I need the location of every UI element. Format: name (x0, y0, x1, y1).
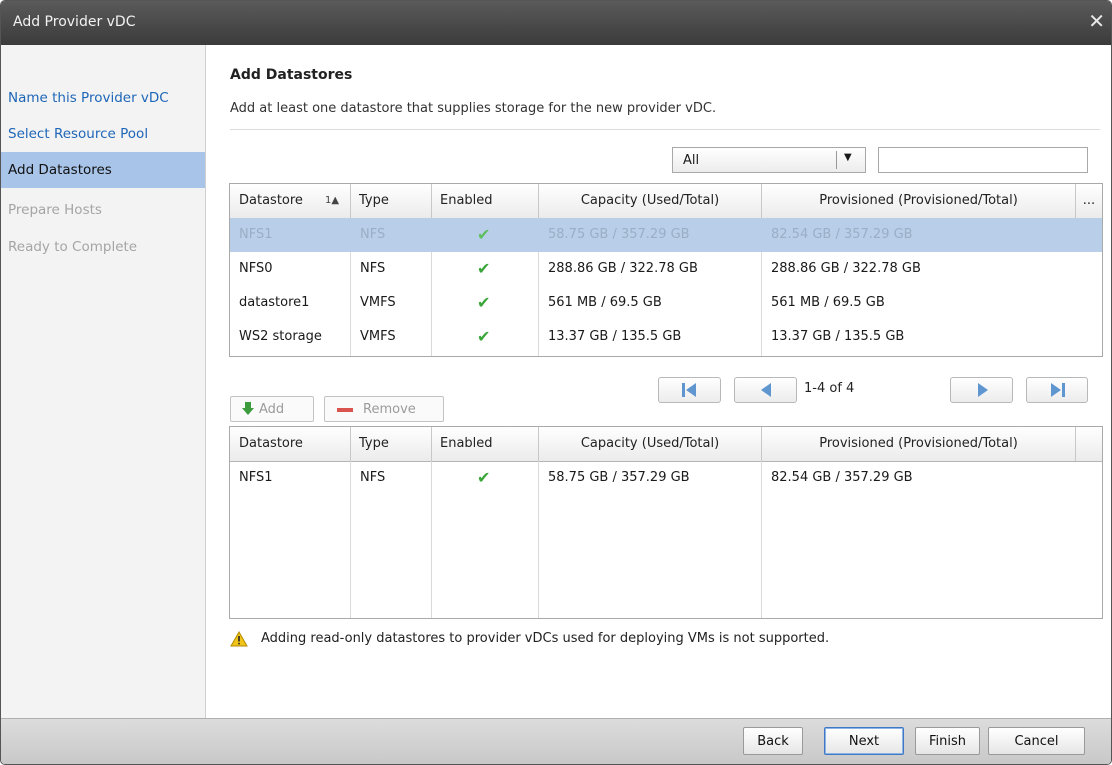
column-header-type[interactable]: Type (351, 184, 432, 218)
datastore-name: NFS1 (239, 470, 273, 485)
enabled-check-icon: ✔ (477, 327, 491, 346)
step-add-datastores[interactable]: Add Datastores (1, 152, 205, 188)
datastore-capacity: 288.86 GB / 322.78 GB (548, 261, 698, 276)
datastore-type: NFS (360, 261, 386, 276)
close-icon[interactable]: ✕ (1088, 9, 1105, 33)
next-page-icon (978, 383, 988, 397)
dialog-footer: Back Next Finish Cancel (1, 718, 1111, 764)
dropdown-divider (836, 151, 837, 169)
table-header: Datastore 1▲ Type Enabled Capacity (Used… (230, 184, 1102, 219)
column-header-datastore[interactable]: Datastore 1▲ (230, 184, 351, 218)
add-label: Add (259, 402, 285, 417)
column-header-capacity[interactable]: Capacity (Used/Total) (539, 184, 762, 218)
datastore-type: NFS (360, 470, 386, 485)
next-page-button[interactable] (950, 377, 1013, 403)
datastore-name: NFS0 (239, 261, 273, 276)
column-header-label: Datastore (239, 193, 303, 208)
sort-ascending-icon: 1▲ (325, 195, 340, 206)
wizard-steps-sidebar: Name this Provider vDC Select Resource P… (1, 45, 206, 718)
enabled-check-icon: ✔ (477, 293, 491, 312)
last-page-icon (1027, 378, 1087, 402)
table-row[interactable]: NFS0 NFS ✔ 288.86 GB / 322.78 GB 288.86 … (230, 252, 1102, 286)
table-header: Datastore Type Enabled Capacity (Used/To… (230, 427, 1102, 462)
cancel-button[interactable]: Cancel (988, 727, 1085, 755)
page-description: Add at least one datastore that supplies… (230, 101, 717, 116)
previous-page-button[interactable] (734, 377, 797, 403)
datastore-name: datastore1 (239, 295, 310, 310)
title-bar[interactable]: Add Provider vDC ✕ (1, 1, 1111, 45)
dialog-title: Add Provider vDC (13, 14, 136, 30)
datastore-provisioned: 82.54 GB / 357.29 GB (771, 227, 913, 242)
datastore-capacity: 561 MB / 69.5 GB (548, 295, 662, 310)
filter-selected-value: All (683, 153, 700, 168)
table-row[interactable]: NFS1 NFS ✔ 58.75 GB / 357.29 GB 82.54 GB… (230, 218, 1102, 252)
datastore-provisioned: 82.54 GB / 357.29 GB (771, 470, 913, 485)
column-header-capacity[interactable]: Capacity (Used/Total) (539, 427, 762, 461)
datastore-name: WS2 storage (239, 329, 322, 344)
page-indicator: 1-4 of 4 (804, 381, 855, 396)
column-header-provisioned[interactable]: Provisioned (Provisioned/Total) (762, 427, 1076, 461)
add-provider-vdc-dialog: Add Provider vDC ✕ Name this Provider vD… (0, 0, 1112, 765)
enabled-check-icon: ✔ (477, 225, 491, 244)
table-row[interactable]: datastore1 VMFS ✔ 561 MB / 69.5 GB 561 M… (230, 286, 1102, 320)
datastore-capacity: 58.75 GB / 357.29 GB (548, 470, 690, 485)
step-select-resource-pool[interactable]: Select Resource Pool (1, 116, 205, 152)
warning-message: Adding read-only datastores to provider … (261, 631, 830, 646)
step-name-provider-vdc[interactable]: Name this Provider vDC (1, 80, 205, 116)
remove-button[interactable]: Remove (324, 396, 444, 422)
first-page-button[interactable] (658, 377, 721, 403)
search-input[interactable] (878, 147, 1088, 173)
datastore-type: VMFS (360, 295, 396, 310)
table-row[interactable]: NFS1 NFS ✔ 58.75 GB / 357.29 GB 82.54 GB… (230, 461, 1102, 495)
wizard-content: Add Datastores Add at least one datastor… (206, 45, 1111, 718)
datastore-provisioned: 561 MB / 69.5 GB (771, 295, 885, 310)
column-header-datastore[interactable]: Datastore (230, 427, 351, 461)
first-page-icon (659, 378, 720, 402)
column-header-type[interactable]: Type (351, 427, 432, 461)
last-page-button[interactable] (1026, 377, 1088, 403)
column-header-enabled[interactable]: Enabled (432, 184, 539, 218)
datastore-type: NFS (360, 227, 386, 242)
remove-label: Remove (363, 402, 416, 417)
step-ready-to-complete: Ready to Complete (8, 239, 138, 255)
next-button[interactable]: Next (824, 727, 904, 755)
enabled-check-icon: ✔ (477, 259, 491, 278)
arrow-down-icon (242, 402, 254, 415)
previous-page-icon (761, 383, 771, 397)
available-datastores-table: Datastore 1▲ Type Enabled Capacity (Used… (229, 183, 1103, 357)
back-button[interactable]: Back (743, 727, 803, 755)
warning-icon (230, 631, 248, 647)
minus-icon (337, 408, 353, 412)
filter-dropdown[interactable]: All ▼ (672, 147, 866, 173)
datastore-capacity: 58.75 GB / 357.29 GB (548, 227, 690, 242)
table-row[interactable]: WS2 storage VMFS ✔ 13.37 GB / 135.5 GB 1… (230, 320, 1102, 354)
finish-button[interactable]: Finish (915, 727, 980, 755)
column-header-provisioned[interactable]: Provisioned (Provisioned/Total) (762, 184, 1076, 218)
enabled-check-icon: ✔ (477, 468, 491, 487)
add-button[interactable]: Add (230, 396, 314, 422)
column-header-enabled[interactable]: Enabled (432, 427, 539, 461)
column-chooser-button[interactable]: ... (1076, 184, 1102, 218)
step-prepare-hosts: Prepare Hosts (8, 202, 102, 218)
datastore-provisioned: 13.37 GB / 135.5 GB (771, 329, 905, 344)
datastore-provisioned: 288.86 GB / 322.78 GB (771, 261, 921, 276)
selected-datastores-table: Datastore Type Enabled Capacity (Used/To… (229, 426, 1103, 619)
chevron-down-icon[interactable]: ▼ (844, 152, 852, 163)
datastore-capacity: 13.37 GB / 135.5 GB (548, 329, 682, 344)
page-heading: Add Datastores (230, 67, 353, 83)
datastore-name: NFS1 (239, 227, 273, 242)
datastore-type: VMFS (360, 329, 396, 344)
heading-divider (230, 129, 1100, 130)
